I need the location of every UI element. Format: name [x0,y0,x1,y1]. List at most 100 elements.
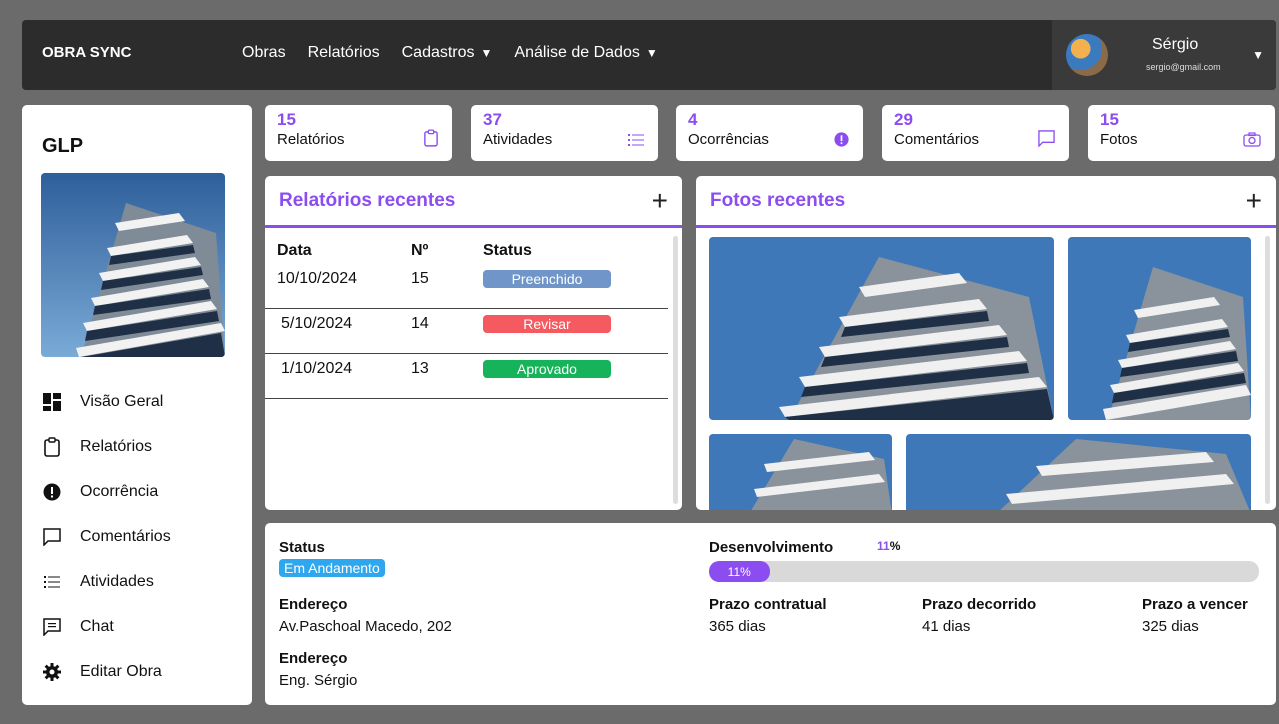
stat-card-relatorios[interactable]: 15 Relatórios [265,105,452,161]
sidebar-item-editar-obra[interactable]: Editar Obra [42,649,171,694]
column-header: Status [483,242,532,259]
card-title: Relatórios recentes [279,189,456,211]
sidebar-item-chat[interactable]: Chat [42,604,171,649]
sidebar-item-label: Atividades [80,572,154,590]
prazo-contratual-label: Prazo contratual [709,596,827,613]
stat-value: 4 [688,110,698,129]
stat-card-fotos[interactable]: 15 Fotos [1088,105,1275,161]
stat-value: 15 [1100,110,1119,129]
stat-label: Relatórios [277,131,345,148]
column-header: Data [277,242,312,259]
engineer-value: Eng. Sérgio [279,672,358,689]
table-row[interactable]: 5/10/2024 14 Revisar [265,309,668,354]
card-header: Fotos recentes + [696,176,1276,228]
sidebar-item-relatorios[interactable]: Relatórios [42,424,171,469]
camera-icon [1243,132,1261,151]
sidebar-item-label: Relatórios [80,437,153,455]
report-number: 15 [411,270,429,287]
sidebar: GLP Visão Geral Relatórios Ocorrência Co… [22,105,252,705]
nav-label: Obras [242,44,286,61]
brand-logo[interactable]: OBRA SYNC [42,44,131,61]
progress-fill: 11% [709,561,770,582]
chevron-down-icon: ▼ [480,46,493,60]
clipboard-icon [42,436,62,457]
status-label: Status [279,539,325,556]
user-name: Sérgio [1152,36,1199,53]
report-date: 1/10/2024 [281,360,353,377]
stat-label: Fotos [1100,131,1138,148]
status-badge: Revisar [483,315,611,333]
table-row[interactable]: 10/10/2024 15 Preenchido [265,264,668,309]
table-row[interactable]: 1/10/2024 13 Aprovado [265,354,668,399]
list-icon [628,133,644,151]
sidebar-item-label: Ocorrência [80,482,159,500]
sidebar-item-visao-geral[interactable]: Visão Geral [42,379,171,424]
card-header: Relatórios recentes + [265,176,682,228]
nav-obras[interactable]: Obras [242,44,286,62]
prazo-contratual-value: 365 dias [709,618,766,635]
clipboard-icon [424,129,438,151]
nav-relatorios[interactable]: Relatórios [308,44,380,62]
chevron-down-icon[interactable]: ▼ [1252,48,1264,62]
reports-table: Data Nº Status 10/10/2024 15 Preenchido … [265,242,668,399]
dashboard-icon [42,392,62,411]
project-photo [41,173,225,357]
table-header: Data Nº Status [265,242,668,264]
sidebar-item-label: Chat [80,617,114,635]
main-nav: Obras Relatórios Cadastros ▼ Análise de D… [242,44,658,62]
nav-label: Relatórios [307,44,380,61]
stat-value: 15 [277,110,296,129]
scrollbar[interactable] [1265,236,1270,504]
photo-thumbnail[interactable] [709,434,892,510]
user-menu[interactable]: Sérgio sergio@gmail.com ▼ [1052,20,1276,90]
stat-card-ocorrencias[interactable]: 4 Ocorrências [676,105,863,161]
add-report-button[interactable]: + [652,186,668,215]
photo-thumbnail[interactable] [906,434,1251,510]
sidebar-menu: Visão Geral Relatórios Ocorrência Coment… [42,379,171,694]
photo-thumbnail[interactable] [1068,237,1251,420]
list-icon [42,575,62,589]
add-photo-button[interactable]: + [1246,186,1262,215]
card-title: Fotos recentes [710,189,846,211]
address-value: Av.Paschoal Macedo, 202 [279,618,452,635]
user-email: sergio@gmail.com [1146,62,1221,72]
avatar [1066,34,1108,76]
scrollbar[interactable] [673,236,678,504]
status-badge: Em Andamento [279,559,385,577]
development-percent-unit: % [889,539,901,553]
stat-label: Ocorrências [688,131,769,148]
chat-icon [42,617,62,636]
sidebar-item-atividades[interactable]: Atividades [42,559,171,604]
comment-icon [42,527,62,546]
prazo-decorrido-value: 41 dias [922,618,971,635]
alert-icon [42,483,62,501]
stat-card-atividades[interactable]: 37 Atividades [471,105,658,161]
sidebar-item-ocorrencia[interactable]: Ocorrência [42,469,171,514]
prazo-vencer-value: 325 dias [1142,618,1199,635]
stat-card-comentarios[interactable]: 29 Comentários [882,105,1069,161]
top-bar: OBRA SYNC Obras Relatórios Cadastros ▼ An… [22,20,1276,90]
sidebar-item-comentarios[interactable]: Comentários [42,514,171,559]
project-summary: Status Em Andamento Endereço Av.Paschoal… [265,523,1276,705]
recent-photos-card: Fotos recentes + [696,176,1276,510]
development-percent: 11% [877,539,900,553]
address-label: Endereço [279,596,348,613]
sidebar-item-label: Visão Geral [80,392,164,410]
stat-label: Atividades [483,131,553,148]
sidebar-item-label: Editar Obra [80,662,162,680]
nav-label: Cadastros [401,44,475,61]
chevron-down-icon: ▼ [645,46,658,60]
status-badge: Preenchido [483,270,611,288]
nav-label: Análise de Dados [514,44,640,61]
nav-cadastros[interactable]: Cadastros ▼ [402,44,493,62]
photo-thumbnail[interactable] [709,237,1054,420]
comment-icon [1038,130,1055,151]
stat-label: Comentários [894,131,980,148]
recent-reports-card: Relatórios recentes + Data Nº Status 10/… [265,176,682,510]
gear-icon [42,662,62,681]
prazo-vencer-label: Prazo a vencer [1142,596,1248,613]
report-number: 13 [411,360,429,377]
nav-analise-dados[interactable]: Análise de Dados ▼ [514,44,657,62]
report-date: 10/10/2024 [277,270,358,287]
alert-icon [834,132,849,151]
